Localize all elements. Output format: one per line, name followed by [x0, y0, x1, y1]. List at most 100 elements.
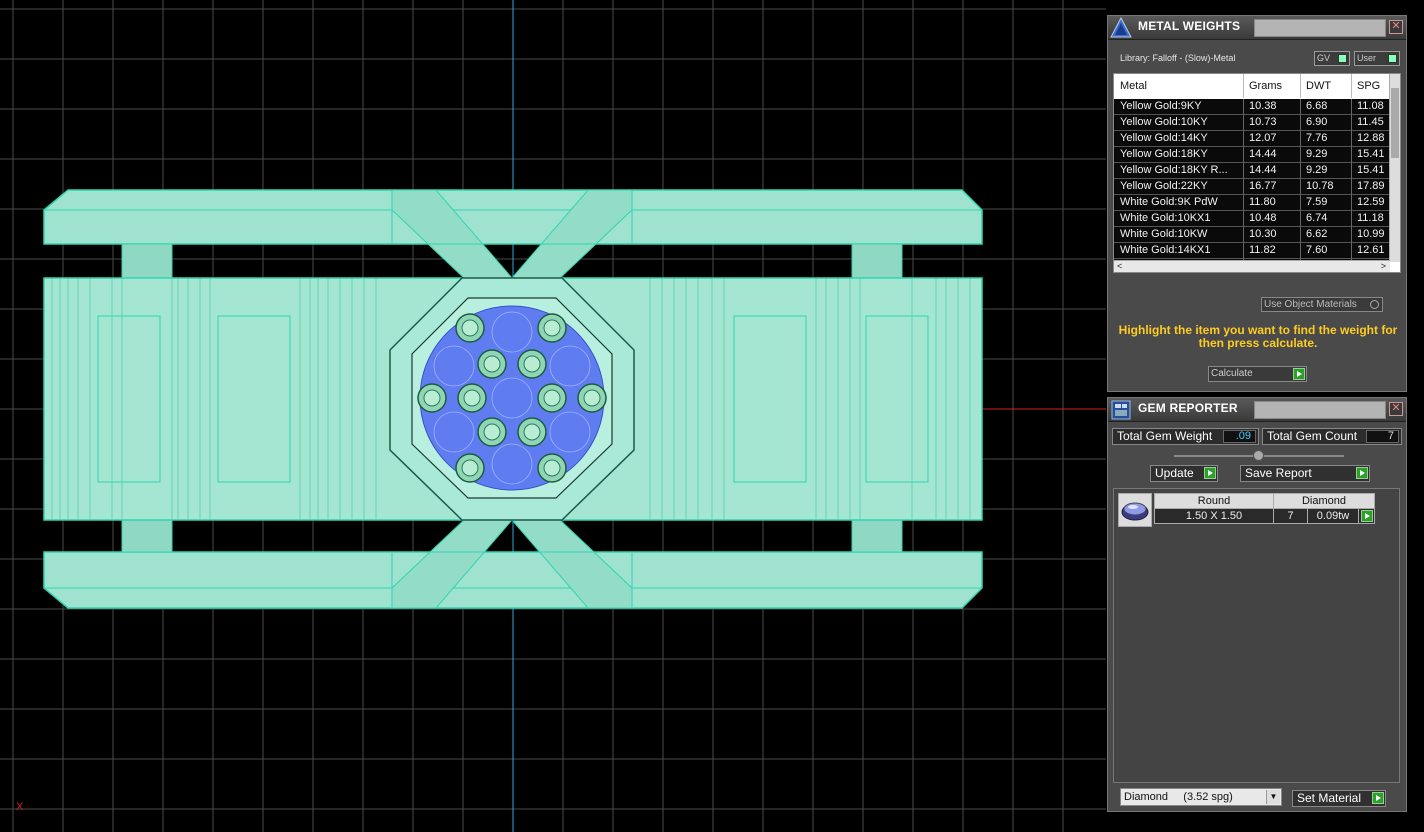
table-cell: Yellow Gold:10KY [1120, 116, 1208, 128]
3d-viewport[interactable]: X [0, 0, 1106, 832]
play-icon [1361, 510, 1373, 522]
column-header[interactable]: Metal [1120, 74, 1244, 98]
gem-report-logo-icon [1111, 400, 1131, 420]
scroll-right-icon[interactable]: > [1381, 261, 1386, 271]
table-cell: White Gold:14KX1 [1120, 244, 1211, 256]
post [851, 243, 903, 279]
table-row[interactable]: Yellow Gold:18KY 14.44 9.29 15.41 [1114, 147, 1390, 163]
splitter-slider[interactable] [1174, 450, 1344, 461]
column-header[interactable]: DWT [1306, 74, 1352, 98]
table-cell: 11.80 [1249, 196, 1276, 208]
table-cell: 14.44 [1249, 164, 1277, 176]
table-cell: 10.38 [1249, 100, 1277, 112]
scroll-thumb[interactable] [1391, 88, 1399, 158]
slider-handle[interactable] [1253, 450, 1264, 461]
update-button[interactable]: Update [1150, 465, 1218, 482]
table-cell: 7.60 [1306, 244, 1328, 256]
play-icon [1293, 368, 1305, 380]
table-cell: 9.29 [1306, 164, 1328, 176]
table-cell: 6.90 [1306, 116, 1328, 128]
metal-table[interactable]: Metal Grams DWT SPG Yellow Gold:9KY 10.38… [1113, 73, 1401, 273]
close-icon[interactable]: ✕ [1389, 20, 1403, 34]
table-cell: 6.74 [1306, 212, 1328, 224]
round-gem-icon [1118, 493, 1152, 527]
table-cell: Yellow Gold:22KY [1120, 180, 1208, 192]
table-row[interactable]: White Gold:9K PdW 11.80 7.59 12.59 [1114, 195, 1390, 211]
save-report-button[interactable]: Save Report [1240, 465, 1370, 482]
viewport-canvas[interactable]: X [0, 0, 1106, 832]
gem-reporter-titlebar[interactable]: GEM REPORTER ✕ [1108, 398, 1406, 422]
table-cell: 6.68 [1306, 100, 1328, 112]
table-cell: 11.82 [1249, 244, 1276, 256]
table-row[interactable]: White Gold:14KX1 11.82 7.60 12.61 [1114, 243, 1390, 259]
gem-cut-header: Round [1154, 493, 1274, 509]
column-header[interactable]: Grams [1249, 74, 1301, 98]
gem-cluster [419, 305, 605, 491]
gem-material-header: Diamond [1273, 493, 1375, 509]
table-cell: Yellow Gold:9KY [1120, 100, 1202, 112]
gem-list[interactable]: Round Diamond 1.50 X 1.50 7 0.09tw [1113, 488, 1400, 783]
horizontal-scrollbar[interactable]: < > [1114, 260, 1390, 272]
total-gem-weight-field: Total Gem Weight .09 [1112, 428, 1259, 445]
app-logo-icon [1110, 17, 1132, 38]
table-cell: Yellow Gold:18KY R... [1120, 164, 1228, 176]
table-cell: 9.29 [1306, 148, 1328, 160]
total-gem-count-value: 7 [1366, 430, 1399, 443]
table-cell: 7.76 [1306, 132, 1328, 144]
play-icon [1356, 467, 1368, 479]
total-gem-weight-label: Total Gem Weight [1117, 429, 1213, 443]
table-cell: White Gold:10KW [1120, 228, 1208, 240]
table-row[interactable]: White Gold:10KW 10.30 6.62 10.99 [1114, 227, 1390, 243]
title-tab-area [1254, 19, 1386, 37]
radio-icon [1370, 300, 1379, 309]
gv-toggle[interactable]: GV [1314, 51, 1350, 66]
user-toggle[interactable]: User [1354, 51, 1400, 66]
close-icon[interactable]: ✕ [1389, 402, 1403, 416]
table-row[interactable]: Yellow Gold:10KY 10.73 6.90 11.45 [1114, 115, 1390, 131]
table-cell: 16.77 [1249, 180, 1277, 192]
table-cell: 7.59 [1306, 196, 1328, 208]
table-row[interactable]: Yellow Gold:14KY 12.07 7.76 12.88 [1114, 131, 1390, 147]
table-cell: 10.48 [1249, 212, 1277, 224]
play-icon [1204, 467, 1216, 479]
table-cell: 12.07 [1249, 132, 1277, 144]
play-icon [1372, 792, 1384, 804]
table-cell: 10.73 [1249, 116, 1277, 128]
vertical-scrollbar[interactable] [1389, 74, 1400, 262]
table-row[interactable]: White Gold:10KX1 10.48 6.74 11.18 [1114, 211, 1390, 227]
set-material-button[interactable]: Set Material [1292, 790, 1386, 807]
toggle-switch-icon [1338, 54, 1347, 63]
table-cell: 14.44 [1249, 148, 1277, 160]
gem-weight: 0.09tw [1307, 508, 1359, 524]
gem-count: 7 [1273, 508, 1308, 524]
table-row[interactable]: Yellow Gold:9KY 10.38 6.68 11.08 [1114, 99, 1390, 115]
table-cell: White Gold:10KX1 [1120, 212, 1211, 224]
calculate-button[interactable]: Calculate [1208, 366, 1307, 382]
panel-title: GEM REPORTER [1138, 401, 1238, 415]
total-gem-count-label: Total Gem Count [1267, 429, 1358, 443]
metal-weights-titlebar[interactable]: METAL WEIGHTS ✕ [1108, 16, 1406, 40]
library-label: Library: Falloff - (Slow)-Metal [1120, 53, 1236, 63]
post [121, 243, 173, 279]
gem-reporter-panel: GEM REPORTER ✕ Total Gem Weight .09 Tota… [1107, 397, 1407, 812]
material-select[interactable]: Diamond (3.52 spg) ▼ [1120, 788, 1282, 806]
toggle-switch-icon [1388, 54, 1397, 63]
table-cell: 10.78 [1306, 180, 1334, 192]
total-gem-count-field: Total Gem Count 7 [1262, 428, 1402, 445]
post [851, 519, 903, 553]
table-cell: Yellow Gold:18KY [1120, 148, 1208, 160]
table-row[interactable]: Yellow Gold:18KY R... 14.44 9.29 15.41 [1114, 163, 1390, 179]
chevron-down-icon[interactable]: ▼ [1266, 790, 1280, 804]
title-tab-area [1254, 401, 1386, 419]
table-cell: 6.62 [1306, 228, 1328, 240]
table-cell: Yellow Gold:14KY [1120, 132, 1208, 144]
table-cell: 10.30 [1249, 228, 1277, 240]
metal-weights-panel: METAL WEIGHTS ✕ Library: Falloff - (Slow… [1107, 15, 1407, 392]
instruction-text: Highlight the item you want to find the … [1118, 323, 1398, 350]
table-row[interactable]: Yellow Gold:22KY 16.77 10.78 17.89 [1114, 179, 1390, 195]
gem-row-button[interactable] [1358, 508, 1375, 524]
scroll-left-icon[interactable]: < [1117, 261, 1122, 271]
use-object-materials-option[interactable]: Use Object Materials [1261, 297, 1383, 312]
top-rail [43, 189, 983, 245]
post [121, 519, 173, 553]
